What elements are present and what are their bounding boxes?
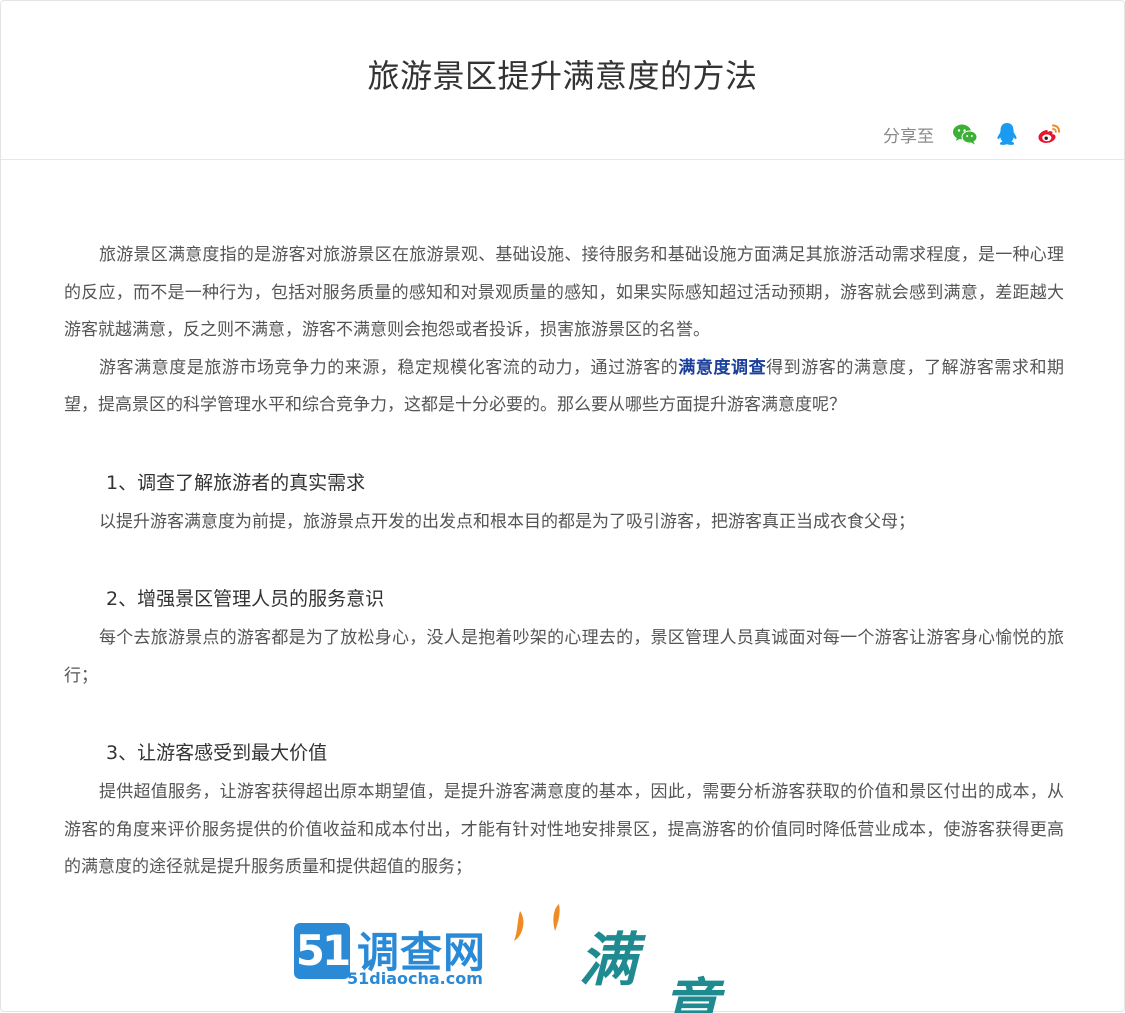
article-title: 旅游景区提升满意度的方法 bbox=[367, 57, 758, 95]
article-header: 旅游景区提升满意度的方法 分享至 bbox=[1, 1, 1124, 160]
section-heading: 1、调查了解旅游者的真实需求 bbox=[106, 471, 366, 494]
article-body: 旅游景区满意度指的是游客对旅游景区在旅游景观、基础设施、接待服务和基础设施方面满… bbox=[64, 237, 1064, 887]
satisfaction-survey-link[interactable]: 满意度调查 bbox=[678, 358, 766, 378]
weibo-icon[interactable] bbox=[1036, 121, 1062, 147]
section-heading: 2、增强景区管理人员的服务意识 bbox=[106, 588, 385, 610]
share-bar: 分享至 bbox=[883, 121, 1062, 147]
petal-decoration bbox=[514, 911, 524, 941]
section-body: 每个去旅游景点的游客都是为了放松身心，没人是抱着吵架的心理去的，景区管理人员真诚… bbox=[64, 628, 1064, 686]
intro-paragraph-2: 游客满意度是旅游市场竞争力的来源，稳定规模化客流的动力，通过游客的满意度调查得到… bbox=[64, 350, 1064, 425]
article-banner-image: 51 调查网 51diaocha.com 满 意 bbox=[291, 903, 731, 1013]
section-heading: 3、让游客感受到最大价值 bbox=[106, 742, 328, 764]
section-body: 以提升游客满意度为前提，旅游景点开发的出发点和根本目的都是为了吸引游客，把游客真… bbox=[99, 511, 915, 532]
wechat-icon[interactable] bbox=[952, 121, 978, 147]
banner-art-character: 满 bbox=[579, 926, 638, 994]
logo-url: 51diaocha.com bbox=[347, 969, 483, 988]
share-label: 分享至 bbox=[883, 126, 934, 147]
article-card: 旅游景区提升满意度的方法 分享至 旅游景区满意度指的是游客对旅游景区在旅游景观、… bbox=[0, 0, 1125, 1013]
intro-paragraph: 旅游景区满意度指的是游客对旅游景区在旅游景观、基础设施、接待服务和基础设施方面满… bbox=[64, 245, 1064, 340]
petal-decoration bbox=[553, 904, 560, 931]
banner-art-character: 意 bbox=[661, 972, 720, 1013]
intro-text-before-link: 游客满意度是旅游市场竞争力的来源，稳定规模化客流的动力，通过游客的 bbox=[99, 357, 679, 378]
section-body: 提供超值服务，让游客获得超出原本期望值，是提升游客满意度的基本，因此，需要分析游… bbox=[64, 782, 1064, 877]
qq-icon[interactable] bbox=[994, 121, 1020, 147]
logo-number: 51 bbox=[294, 923, 351, 979]
